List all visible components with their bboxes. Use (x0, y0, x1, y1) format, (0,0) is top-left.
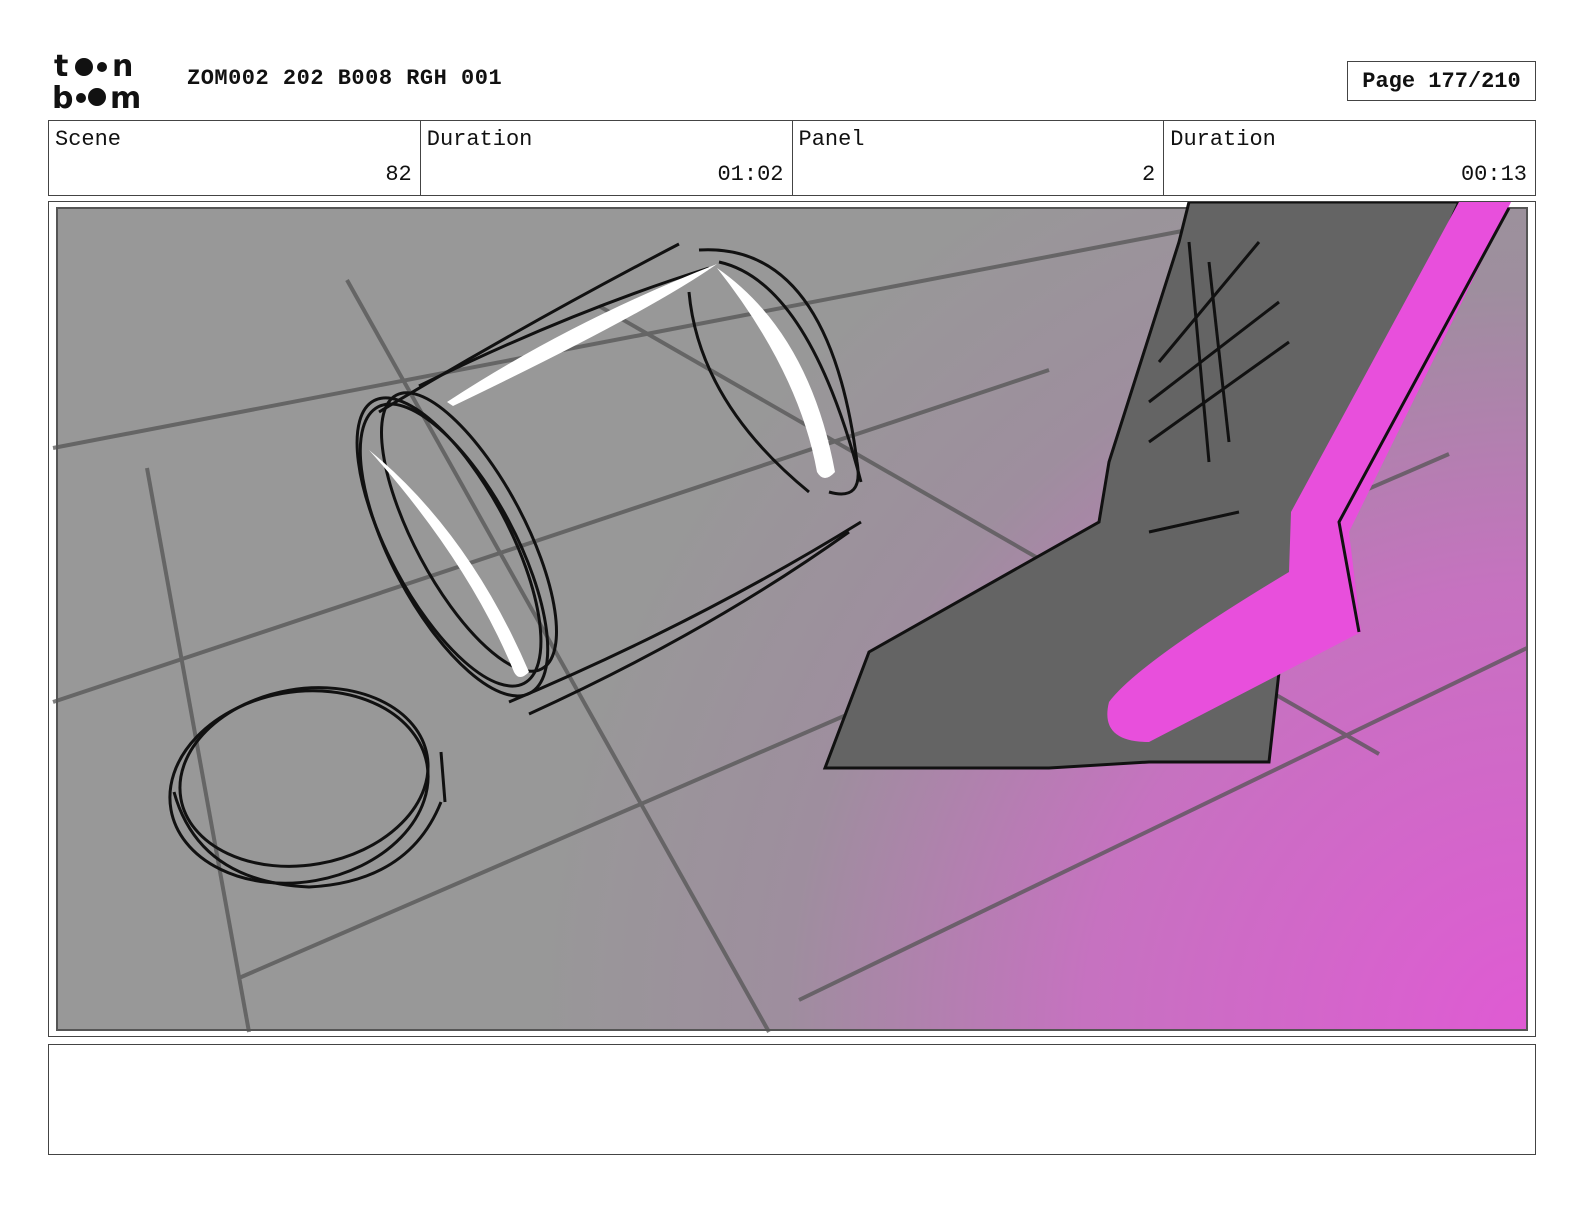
info-table: Scene 82 Duration 01:02 Panel 2 Duration… (48, 120, 1536, 196)
svg-text:n: n (112, 50, 133, 84)
storyboard-sketch-image (51, 202, 1533, 1034)
panel-cell: Panel 2 (793, 121, 1165, 195)
toonboom-logo: t n b m (52, 49, 164, 116)
storyboard-panel (48, 201, 1536, 1037)
panel-duration-label: Duration (1170, 127, 1276, 152)
page-indicator: Page 177/210 (1347, 61, 1536, 101)
scene-cell: Scene 82 (49, 121, 421, 195)
panel-value: 2 (1142, 162, 1156, 187)
panel-duration-value: 00:13 (1460, 162, 1527, 187)
svg-text:m: m (110, 81, 141, 112)
scene-duration-cell: Duration 01:02 (421, 121, 793, 195)
scene-value: 82 (385, 162, 412, 187)
duration-value: 01:02 (717, 162, 784, 187)
sequence-title: ZOM002 202 B008 RGH 001 (187, 66, 503, 91)
scene-label: Scene (55, 127, 122, 152)
svg-text:b: b (52, 81, 73, 112)
duration-label: Duration (426, 127, 533, 152)
svg-text:t: t (54, 50, 68, 84)
panel-duration-cell: Duration 00:13 (1164, 121, 1535, 195)
panel-label: Panel (798, 127, 865, 152)
panel-notes (48, 1044, 1536, 1155)
